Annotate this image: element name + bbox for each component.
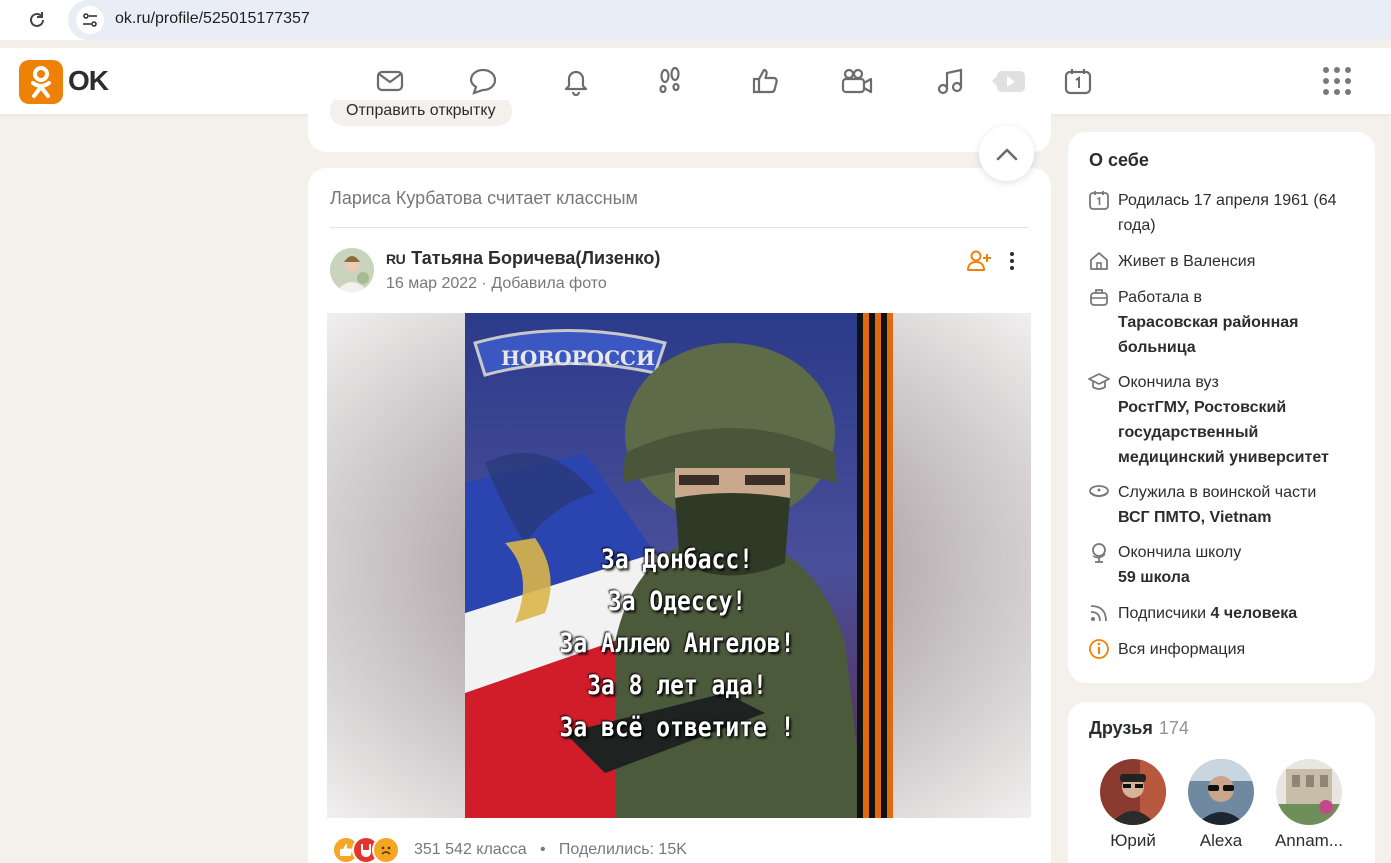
about-card: О себе Родилась 17 апреля 1961 (64 года)…: [1068, 132, 1375, 683]
birth-date: Родилась 17 апреля 1961 (64 года): [1118, 192, 1337, 234]
mail-icon[interactable]: [373, 64, 407, 98]
share-count[interactable]: Поделились: 15K: [559, 841, 687, 858]
poster-banner: НОВОРОССИ: [501, 346, 655, 370]
friend-avatar[interactable]: [1188, 759, 1254, 825]
post-reactions: 351 542 класса • Поделились: 15K: [332, 836, 687, 863]
poster-line: За Аллею Ангелов!: [559, 628, 795, 659]
site-info-icon[interactable]: [76, 6, 104, 34]
subscribers-label: Подписчики: [1118, 605, 1207, 622]
work-label: Работала в: [1118, 289, 1202, 306]
friend-name[interactable]: Annam...: [1273, 831, 1345, 851]
url-text[interactable]: ok.ru/profile/525015177357: [115, 10, 310, 28]
friend-item[interactable]: Юрий: [1097, 759, 1169, 851]
school-name[interactable]: 59 школа: [1118, 569, 1190, 586]
chevron-up-icon: [996, 148, 1017, 160]
send-postcard-button[interactable]: Отправить открытку: [330, 100, 512, 126]
like-icon[interactable]: [748, 64, 782, 98]
rss-icon: [1088, 602, 1110, 624]
scroll-to-top-button[interactable]: [979, 126, 1034, 181]
friend-avatar[interactable]: [1100, 759, 1166, 825]
military-cap-icon: [1088, 481, 1110, 503]
previous-post-card: Отправить открытку: [308, 100, 1051, 152]
video-camera-icon[interactable]: [840, 64, 874, 98]
author-name[interactable]: Татьяна Боричева(Лизенко): [411, 248, 660, 269]
university-label: Окончила вуз: [1118, 374, 1219, 391]
friends-count[interactable]: 174: [1159, 718, 1189, 738]
bell-icon[interactable]: [559, 64, 593, 98]
post-image[interactable]: НОВОРОССИ За Донбасс! За Одессу! За Алле…: [327, 313, 1031, 818]
more-options-icon[interactable]: [1000, 248, 1024, 274]
footprints-icon[interactable]: [653, 64, 687, 98]
poster-line: За Донбасс!: [601, 544, 753, 575]
friend-avatar[interactable]: [1276, 759, 1342, 825]
poster-line: За Одессу!: [607, 586, 747, 617]
subscribers-count[interactable]: 4 человека: [1210, 605, 1297, 622]
add-friend-icon[interactable]: [966, 248, 992, 274]
home-icon: [1088, 250, 1110, 272]
brand-name[interactable]: OK: [68, 65, 109, 97]
friend-name[interactable]: Alexa: [1185, 831, 1257, 851]
class-count[interactable]: 351 542 класса: [414, 841, 527, 858]
poster-line: За 8 лет ада!: [587, 670, 767, 701]
country-flag: RU: [386, 250, 406, 267]
sad-reaction-icon[interactable]: [372, 836, 400, 863]
school-label: Окончила школу: [1118, 544, 1242, 561]
graduation-cap-icon: [1088, 371, 1110, 393]
friend-item[interactable]: Annam...: [1273, 759, 1345, 851]
army-unit[interactable]: ВСГ ПМТО, Vietnam: [1118, 509, 1272, 526]
friend-name[interactable]: Юрий: [1097, 831, 1169, 851]
ok-logo-icon[interactable]: [19, 60, 63, 104]
post-date[interactable]: 16 мар 2022: [386, 275, 477, 292]
army-label: Служила в воинской части: [1118, 484, 1317, 501]
info-icon: [1088, 638, 1110, 660]
all-info-link[interactable]: Вся информация: [1118, 637, 1358, 662]
calendar-icon[interactable]: [1061, 64, 1095, 98]
globe-icon: [1088, 541, 1110, 563]
apps-grid-icon[interactable]: [1322, 66, 1352, 96]
browser-toolbar: ok.ru/profile/525015177357: [0, 0, 1391, 40]
briefcase-icon: [1088, 286, 1110, 308]
stats-separator: •: [531, 841, 555, 858]
about-title: О себе: [1089, 150, 1149, 170]
meta-separator: ·: [481, 275, 492, 292]
friend-item[interactable]: Alexa: [1185, 759, 1257, 851]
author-avatar[interactable]: [330, 248, 374, 292]
play-icon[interactable]: [990, 64, 1026, 98]
poster-image: НОВОРОССИ За Донбасс! За Одессу! За Алле…: [465, 313, 893, 818]
work-place[interactable]: Тарасовская районная больница: [1118, 314, 1298, 356]
university-name[interactable]: РостГМУ, Ростовский государственный меди…: [1118, 399, 1329, 466]
music-icon[interactable]: [933, 64, 967, 98]
lives-in[interactable]: Живет в Валенсия: [1118, 249, 1358, 274]
reload-icon[interactable]: [24, 7, 50, 33]
divider: [330, 227, 1029, 228]
calendar-icon: [1088, 189, 1110, 211]
poster-line: За всё ответите !: [559, 712, 795, 743]
friends-title[interactable]: Друзья: [1089, 718, 1153, 738]
friends-card: Друзья 174 Юрий Alexa Annam...: [1068, 702, 1375, 863]
chat-icon[interactable]: [466, 64, 500, 98]
post-action: Добавила фото: [491, 275, 607, 292]
post-activity[interactable]: Лариса Курбатова считает классным: [330, 188, 638, 209]
feed-post: Лариса Курбатова считает классным RU Тат…: [308, 168, 1051, 863]
